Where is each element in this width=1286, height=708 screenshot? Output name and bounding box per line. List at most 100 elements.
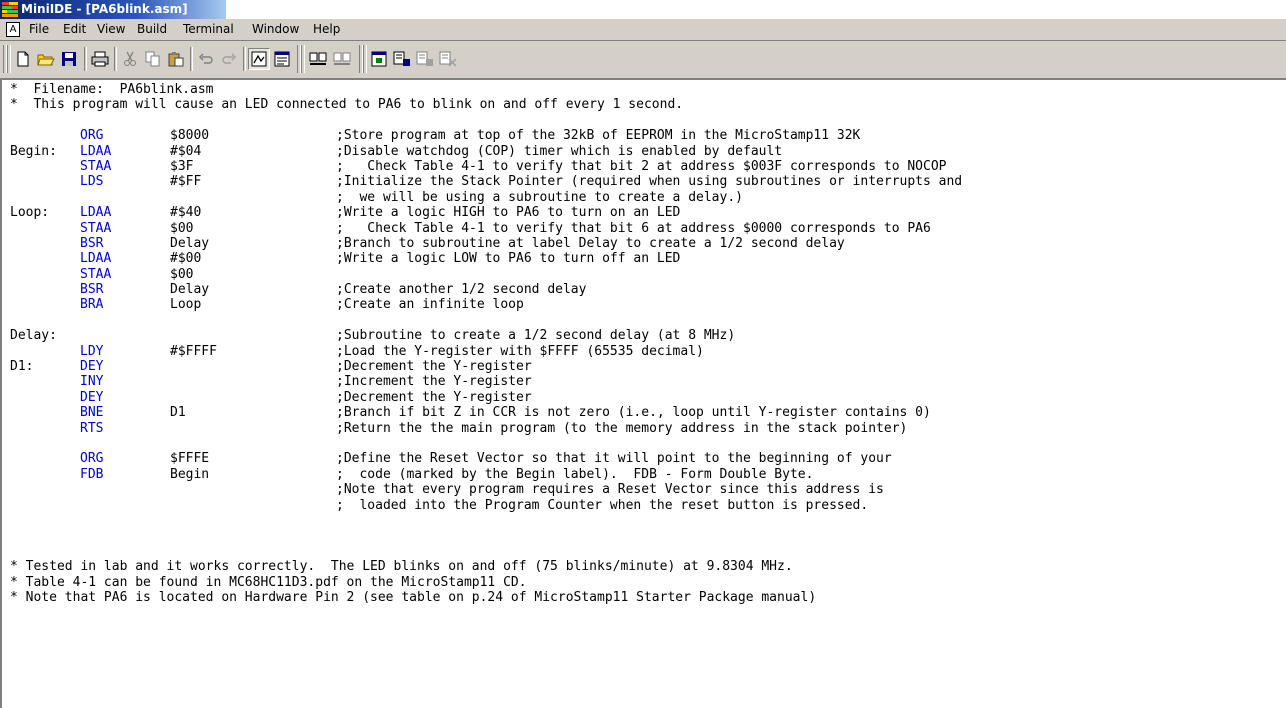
download-icon[interactable] bbox=[392, 49, 412, 69]
code-line[interactable]: ;Note that every program requires a Rese… bbox=[10, 482, 962, 497]
code-line[interactable]: ORG $8000 ;Store program at top of the 32k… bbox=[10, 128, 962, 143]
menu-terminal[interactable]: Terminal bbox=[183, 22, 234, 36]
code-line[interactable]: Delay: ;Subroutine to create a 1/2 second… bbox=[10, 328, 962, 343]
menu-view[interactable]: View bbox=[97, 22, 125, 36]
comment-field: ;Create another 1/2 second delay bbox=[336, 282, 587, 298]
undo-icon[interactable] bbox=[196, 49, 216, 69]
code-line[interactable] bbox=[10, 528, 962, 543]
code-line[interactable]: * Note that PA6 is located on Hardware P… bbox=[10, 590, 962, 605]
operand-field: $FFFE bbox=[170, 451, 210, 467]
code-line[interactable]: * Tested in lab and it works correctly. … bbox=[10, 559, 962, 574]
comment-field: ;Return the the main program (to the mem… bbox=[336, 420, 908, 436]
code-line[interactable]: STAA $00 ; Check Table 4-1 to verify that … bbox=[10, 221, 962, 236]
code-line[interactable]: D1: DEY ;Decrement the Y-register bbox=[10, 359, 962, 374]
code-line[interactable]: LDY #$FFFF ;Load the Y-register with $FFFF… bbox=[10, 344, 962, 359]
menu-help[interactable]: Help bbox=[313, 22, 340, 36]
miniide-stack-icon bbox=[2, 2, 18, 17]
step-icon[interactable] bbox=[415, 49, 435, 69]
code-line[interactable]: INY ;Increment the Y-register bbox=[10, 374, 962, 389]
code-line[interactable]: DEY ;Decrement the Y-register bbox=[10, 390, 962, 405]
comment-field: ;Decrement the Y-register bbox=[336, 359, 532, 375]
toolbar-separator bbox=[114, 47, 117, 71]
toolbar-separator bbox=[190, 47, 193, 71]
copy-icon[interactable] bbox=[143, 49, 163, 69]
menu-edit[interactable]: Edit bbox=[63, 22, 86, 36]
build-icon[interactable] bbox=[308, 49, 328, 69]
toolbar bbox=[0, 41, 1286, 80]
menu-file[interactable]: File bbox=[29, 22, 49, 36]
code-line[interactable]: * Table 4-1 can be found in MC68HC11D3.p… bbox=[10, 575, 962, 590]
code-line[interactable]: BNE D1 ;Branch if bit Z in CCR is not zero… bbox=[10, 405, 962, 420]
code-line[interactable]: FDB Begin ; code (marked by the Begin labe… bbox=[10, 467, 962, 482]
code-line[interactable]: Loop: LDAA #$40 ;Write a logic HIGH to PA6 … bbox=[10, 205, 962, 220]
code-line[interactable] bbox=[10, 313, 962, 328]
redo-icon[interactable] bbox=[219, 49, 239, 69]
output-window-icon[interactable] bbox=[272, 49, 292, 69]
operand-field: Loop bbox=[170, 297, 202, 313]
operand-field: Delay bbox=[170, 282, 210, 298]
code-line[interactable]: ; we will be using a subroutine to creat… bbox=[10, 190, 962, 205]
build-all-icon[interactable] bbox=[332, 49, 352, 69]
code-line[interactable] bbox=[10, 113, 962, 128]
code-editor[interactable]: * Filename: PA6blink.asm * This program w… bbox=[0, 80, 1286, 708]
comment-field: ; loaded into the Program Counter when t… bbox=[336, 497, 869, 513]
comment-field: ;Define the Reset Vector so that it will… bbox=[336, 451, 892, 467]
code-line[interactable] bbox=[10, 544, 962, 559]
code-line[interactable]: RTS ;Return the the main program (to the … bbox=[10, 421, 962, 436]
opcode-field: RTS bbox=[80, 420, 104, 436]
code-line[interactable]: STAA $00 bbox=[10, 267, 962, 282]
new-file-icon[interactable] bbox=[13, 49, 33, 69]
code-line[interactable]: * Filename: PA6blink.asm bbox=[10, 82, 962, 97]
menu-window[interactable]: Window bbox=[252, 22, 299, 36]
terminal-icon[interactable] bbox=[369, 49, 389, 69]
code-line[interactable]: LDAA #$00 ;Write a logic LOW to PA6 to tur… bbox=[10, 251, 962, 266]
operand-field: #$FF bbox=[170, 174, 202, 190]
operand-field: Begin bbox=[170, 466, 210, 482]
label-field: Loop: bbox=[10, 205, 50, 221]
menu-build[interactable]: Build bbox=[137, 22, 167, 36]
comment-field: ;Write a logic LOW to PA6 to turn off an… bbox=[336, 251, 681, 267]
code-line[interactable]: LDS #$FF ;Initialize the Stack Pointer (re… bbox=[10, 174, 962, 189]
save-icon[interactable] bbox=[59, 49, 79, 69]
code-line[interactable]: BSR Delay ;Create another 1/2 second delay bbox=[10, 282, 962, 297]
title-bar[interactable]: MiniIDE - [PA6blink.asm] bbox=[0, 0, 226, 19]
code-line[interactable]: Begin: LDAA #$04 ;Disable watchdog (COP) ti… bbox=[10, 144, 962, 159]
toolbar-grip[interactable] bbox=[363, 45, 367, 73]
code-line[interactable]: ; loaded into the Program Counter when t… bbox=[10, 498, 962, 513]
operand-field: $3F bbox=[170, 158, 194, 174]
operand-field: #$FFFF bbox=[170, 343, 217, 359]
stop-icon[interactable] bbox=[438, 49, 458, 69]
document-menu-icon[interactable]: A bbox=[6, 22, 20, 37]
code-line[interactable]: BSR Delay ;Branch to subroutine at label D… bbox=[10, 236, 962, 251]
code-line[interactable]: * This program will cause an LED connect… bbox=[10, 97, 962, 112]
comment-field: ;Subroutine to create a 1/2 second delay… bbox=[336, 328, 736, 344]
opcode-field: STAA bbox=[80, 220, 112, 236]
toggle-view-icon[interactable] bbox=[248, 48, 270, 70]
toolbar-grip[interactable] bbox=[7, 45, 11, 73]
opcode-field: LDY bbox=[80, 343, 104, 359]
comment-field: ;Increment the Y-register bbox=[336, 374, 532, 390]
cut-icon[interactable] bbox=[120, 49, 140, 69]
code-line[interactable]: ORG $FFFE ;Define the Reset Vector so that… bbox=[10, 451, 962, 466]
opcode-field: ORG bbox=[80, 128, 104, 144]
source-code[interactable]: * Filename: PA6blink.asm * This program w… bbox=[10, 82, 962, 605]
paste-icon[interactable] bbox=[166, 49, 186, 69]
comment-field: ;Branch if bit Z in CCR is not zero (i.e… bbox=[336, 405, 931, 421]
code-line[interactable]: BRA Loop ;Create an infinite loop bbox=[10, 297, 962, 312]
code-line[interactable] bbox=[10, 436, 962, 451]
comment-field: ;Store program at top of the 32kB of EEP… bbox=[336, 128, 861, 144]
opcode-field: BSR bbox=[80, 235, 104, 251]
comment-field: ; code (marked by the Begin label). FDB … bbox=[336, 466, 814, 482]
label-field: Delay: bbox=[10, 328, 57, 344]
code-line[interactable] bbox=[10, 513, 962, 528]
code-line[interactable]: STAA $3F ; Check Table 4-1 to verify that … bbox=[10, 159, 962, 174]
comment-field: ;Write a logic HIGH to PA6 to turn on an… bbox=[336, 205, 681, 221]
opcode-field: INY bbox=[80, 374, 104, 390]
open-folder-icon[interactable] bbox=[36, 49, 56, 69]
print-icon[interactable] bbox=[90, 49, 110, 69]
opcode-field: LDS bbox=[80, 174, 104, 190]
opcode-field: BRA bbox=[80, 297, 104, 313]
comment-field: ; Check Table 4-1 to verify that bit 6 a… bbox=[336, 220, 931, 236]
comment-field: ;Create an infinite loop bbox=[336, 297, 524, 313]
toolbar-grip[interactable] bbox=[301, 45, 305, 73]
